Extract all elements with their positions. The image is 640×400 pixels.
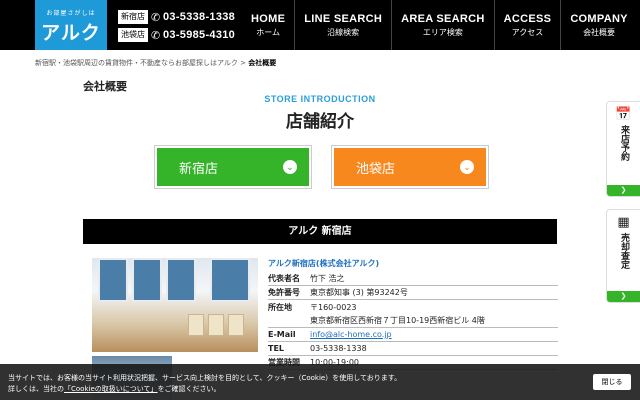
info-row: TEL 03-5338-1338 [268,342,558,356]
nav-access[interactable]: ACCESS アクセス [493,0,561,50]
cookie-line2-post: をご確認ください。 [157,385,221,393]
site-header: お部屋さがしは アルク 新宿店 ✆ 03-5338-1338 池袋店 ✆ 03-… [0,0,640,50]
company-name[interactable]: アルク新宿店(株式会社アルク) [268,258,558,269]
breadcrumb: 新宿駅・池袋駅周辺の賃貸物件・不動産ならお部屋探しはアルク > 会社概要 [35,58,276,68]
info-value: 東京都知事 (3) 第93242号 [310,288,408,297]
photo-window [132,258,162,302]
nav-line-search[interactable]: LINE SEARCH 沿線検索 [294,0,391,50]
nav-label-en: LINE SEARCH [304,12,383,25]
store-info: アルク新宿店(株式会社アルク) 代表者名 竹下 浩之 免許番号 東京都知事 (3… [268,258,558,370]
nav-label-jp: 会社概要 [583,27,616,37]
nav-label-en: HOME [251,12,286,25]
calendar-icon: 📅 [615,107,632,122]
section-title-en: STORE INTRODUCTION [264,94,376,104]
chevron-down-icon: ⌄ [283,160,297,174]
nav-label-en: ACCESS [503,12,552,25]
nav-label-jp: アクセス [511,27,544,37]
nav-home[interactable]: HOME ホーム [242,0,294,50]
store-tag: 池袋店 [118,28,148,42]
nav-label-jp: エリア検索 [422,27,463,37]
phone-icon: ✆ [151,10,161,24]
chevron-right-icon: ❯ [607,291,640,302]
cookie-line2-pre: 詳しくは、当社の [8,385,64,393]
info-key: E-Mail [268,330,296,339]
breadcrumb-current: 会社概要 [248,59,277,67]
phone-icon: ✆ [151,28,161,42]
nav-label-en: COMPANY [570,12,628,25]
phone-shinjuku[interactable]: 新宿店 ✆ 03-5338-1338 [118,9,235,25]
nav-label-jp: 沿線検索 [327,27,360,37]
store-tag: 新宿店 [118,10,148,24]
cookie-policy-link[interactable]: 「Cookieの取扱いについて」 [64,385,158,393]
phone-ikebukuro[interactable]: 池袋店 ✆ 03-5985-4310 [118,27,235,43]
calculator-icon: ▦ [617,215,630,230]
phone-number: 03-5338-1338 [163,11,236,23]
photo-chair [208,314,224,336]
info-row: 東京都新宿区西新宿７丁目10-19西新宿ビル 4階 [268,314,558,328]
ikebukuro-store-button[interactable]: 池袋店 ⌄ [331,145,489,189]
sale-assessment-tab[interactable]: ▦ 売却査定 ❯ [606,209,640,303]
chevron-right-icon: ❯ [607,185,640,196]
nav-area-search[interactable]: AREA SEARCH エリア検索 [391,0,494,50]
side-tab-label: 来店予約 [619,125,629,161]
breadcrumb-separator: > [240,59,247,67]
side-tab-label: 売却査定 [619,233,629,269]
store-button-label: 新宿店 [179,161,219,177]
store-button-label: 池袋店 [356,161,396,177]
cookie-line1: 当サイトでは、お客様の当サイト利用状況把握、サービス向上検討を目的として、クッキ… [8,374,402,382]
email-link[interactable]: info@alc-home.co.jp [310,330,392,339]
phone-list: 新宿店 ✆ 03-5338-1338 池袋店 ✆ 03-5985-4310 [118,9,235,45]
photo-window [166,258,196,302]
info-value: 竹下 浩之 [310,274,345,283]
logo-name: アルク [41,22,101,44]
chevron-down-icon: ⌄ [460,160,474,174]
section-title: 店舗紹介 [286,112,354,132]
photo-chair [228,314,244,336]
store-section-header: アルク 新宿店 [83,219,557,244]
shinjuku-store-button[interactable]: 新宿店 ⌄ [154,145,312,189]
info-key: 代表者名 [268,274,300,283]
photo-chair [188,314,204,336]
info-value: info@alc-home.co.jp [310,330,392,339]
photo-window [210,258,250,302]
info-row: 代表者名 竹下 浩之 [268,272,558,286]
photo-window [98,258,128,302]
info-row: E-Mail info@alc-home.co.jp [268,328,558,342]
cookie-banner: 当サイトでは、お客様の当サイト利用状況把握、サービス向上検討を目的として、クッキ… [0,364,640,400]
nav-label-en: AREA SEARCH [401,12,485,25]
info-value: 03-5338-1338 [310,344,367,353]
cookie-close-button[interactable]: 閉じる [593,374,631,390]
nav-company[interactable]: COMPANY 会社概要 [560,0,637,50]
info-value: 東京都新宿区西新宿７丁目10-19西新宿ビル 4階 [310,316,485,325]
store-photo [92,258,258,352]
site-logo[interactable]: お部屋さがしは アルク [35,0,107,50]
info-key: 所在地 [268,302,292,312]
info-row: 所在地 〒160-0023 [268,300,558,314]
info-row: 免許番号 東京都知事 (3) 第93242号 [268,286,558,300]
info-key: TEL [268,344,285,353]
logo-tagline: お部屋さがしは [46,10,96,17]
breadcrumb-parent[interactable]: 新宿駅・池袋駅周辺の賃貸物件・不動産ならお部屋探しはアルク [35,59,238,67]
info-key: 免許番号 [268,288,300,297]
nav-label-jp: ホーム [256,27,280,37]
page-title: 会社概要 [83,80,127,93]
cookie-text: 当サイトでは、お客様の当サイト利用状況把握、サービス向上検討を目的として、クッキ… [8,373,401,395]
visit-reservation-tab[interactable]: 📅 来店予約 ❯ [606,101,640,197]
main-nav: HOME ホーム LINE SEARCH 沿線検索 AREA SEARCH エリ… [242,0,637,50]
phone-number: 03-5985-4310 [163,29,236,41]
info-value: 〒160-0023 [310,302,357,312]
